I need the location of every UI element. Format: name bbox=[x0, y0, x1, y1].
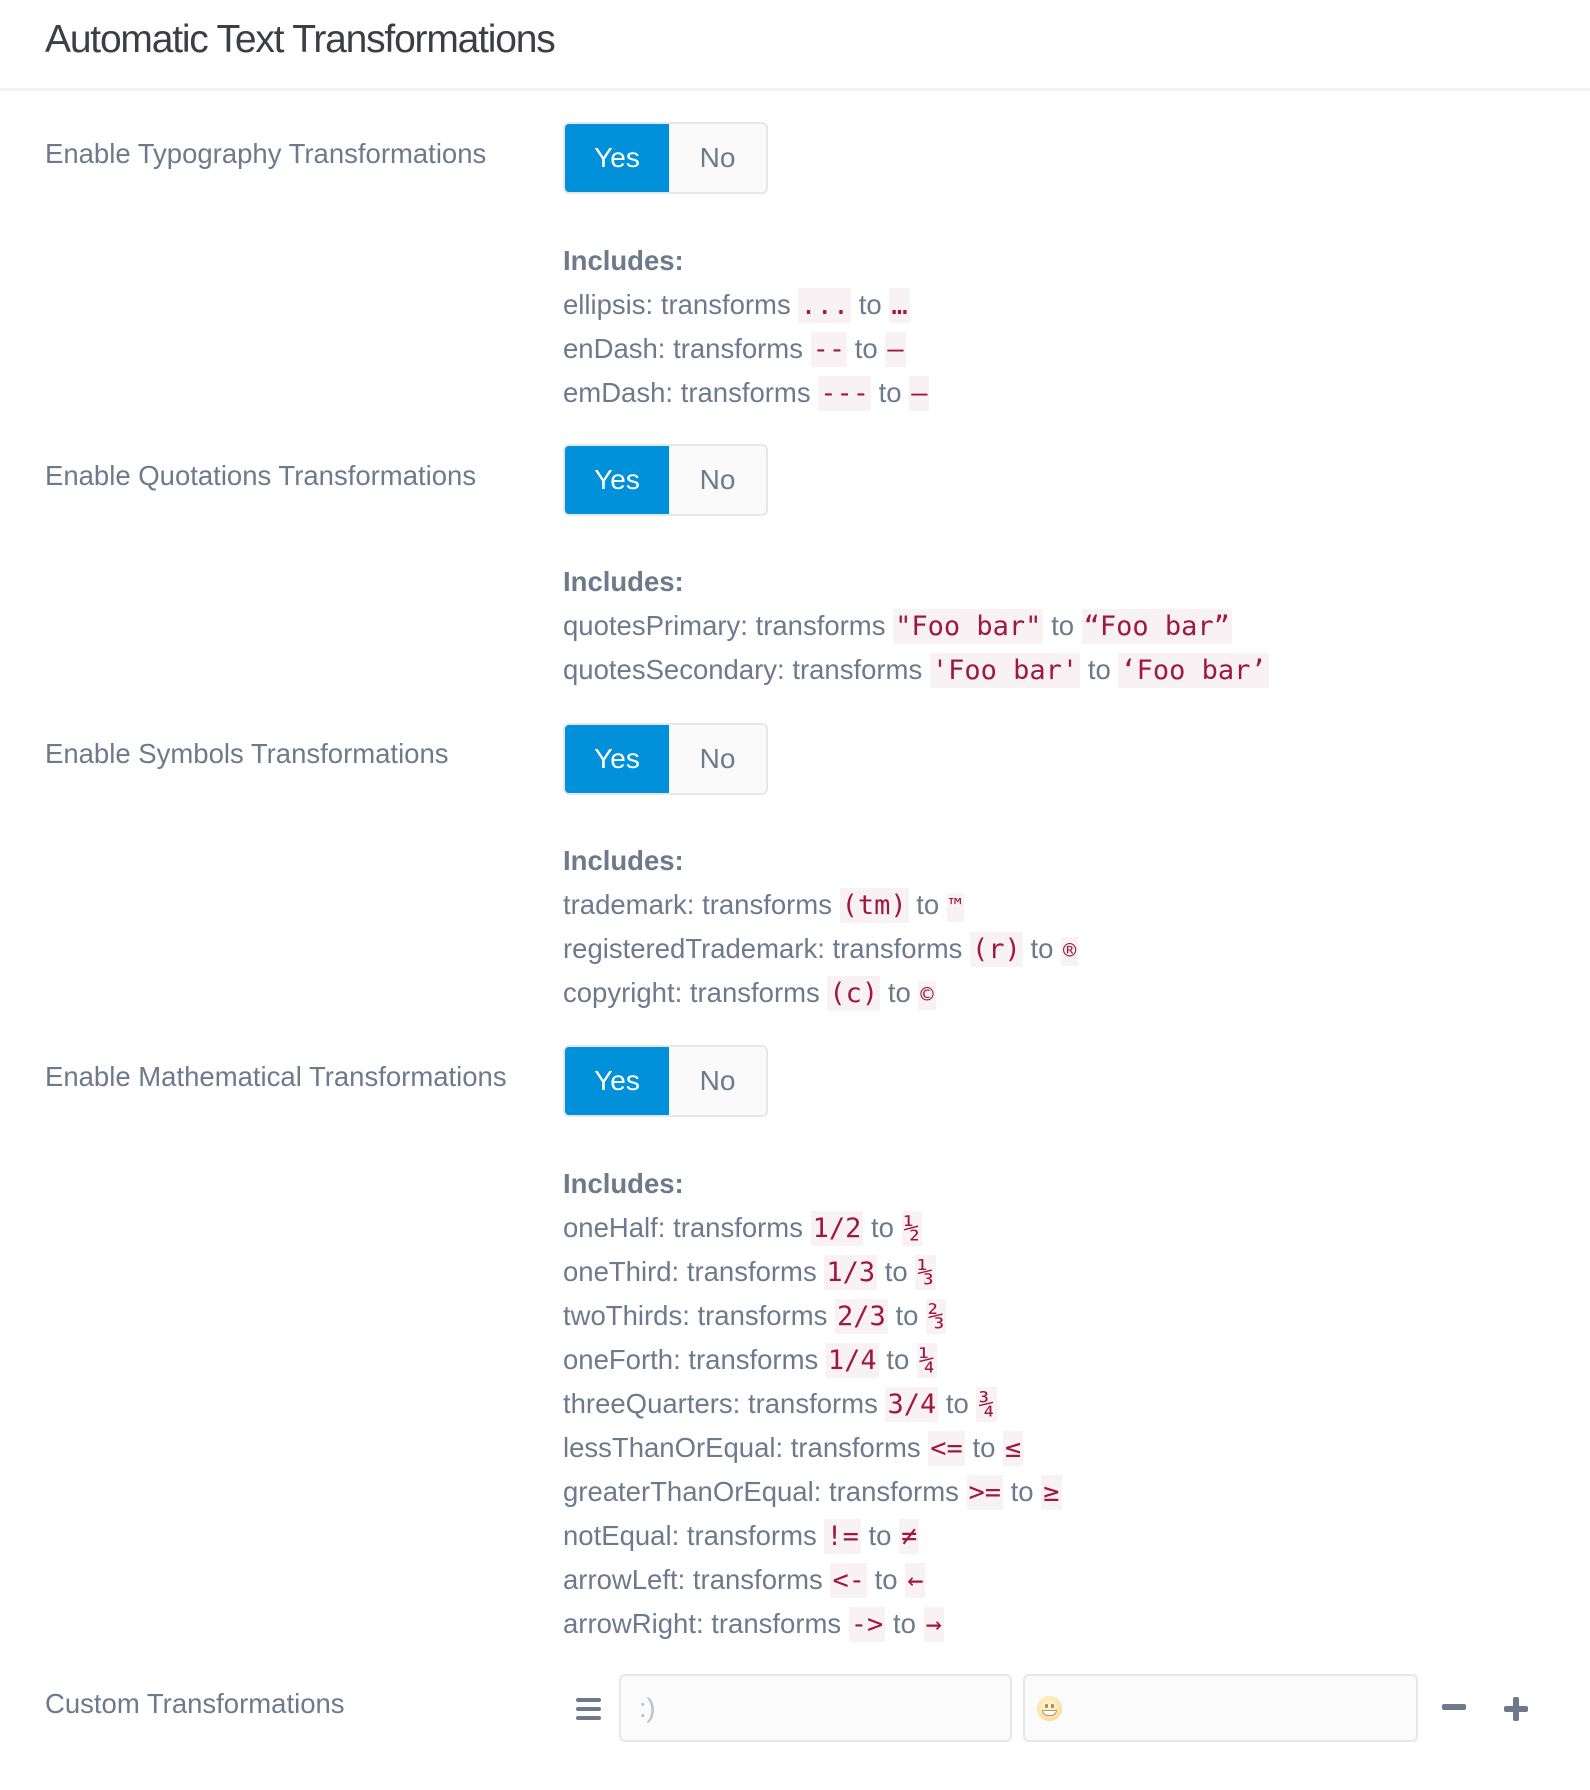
typography-no-button[interactable]: No bbox=[669, 124, 766, 192]
symbols-yes-button[interactable]: Yes bbox=[565, 725, 669, 793]
mathematical-includes: Includes: oneHalf: transforms 1/2 to ½ o… bbox=[563, 1162, 1062, 1646]
page-title: Automatic Text Transformations bbox=[45, 18, 556, 61]
custom-from-input[interactable] bbox=[619, 1674, 1012, 1742]
typography-toggle: Yes No bbox=[563, 122, 768, 194]
typography-includes: Includes: ellipsis: transforms ... to … … bbox=[563, 239, 930, 415]
includes-heading: Includes: bbox=[563, 245, 684, 276]
mathematical-toggle: Yes No bbox=[563, 1045, 768, 1117]
custom-to-input[interactable] bbox=[1023, 1674, 1418, 1742]
mathematical-no-button[interactable]: No bbox=[669, 1047, 766, 1115]
includes-heading: Includes: bbox=[563, 845, 684, 876]
list-item: registeredTrademark: transforms (r) to ® bbox=[563, 932, 1079, 967]
symbols-label: Enable Symbols Transformations bbox=[45, 738, 449, 769]
list-item: lessThanOrEqual: transforms <= to ≤ bbox=[563, 1431, 1024, 1466]
list-item: trademark: transforms (tm) to ™ bbox=[563, 888, 965, 923]
list-item: ellipsis: transforms ... to … bbox=[563, 288, 910, 323]
list-item: enDash: transforms -- to – bbox=[563, 332, 906, 367]
list-item: notEqual: transforms != to ≠ bbox=[563, 1519, 920, 1554]
minus-icon[interactable] bbox=[1442, 1704, 1466, 1710]
mathematical-label: Enable Mathematical Transformations bbox=[45, 1061, 507, 1092]
includes-heading: Includes: bbox=[563, 1168, 684, 1199]
includes-heading: Includes: bbox=[563, 566, 684, 597]
symbols-includes: Includes: trademark: transforms (tm) to … bbox=[563, 839, 1079, 1015]
list-item: emDash: transforms --- to — bbox=[563, 376, 930, 411]
list-item: twoThirds: transforms 2/3 to ⅔ bbox=[563, 1299, 947, 1334]
page-header: Automatic Text Transformations bbox=[0, 0, 1590, 91]
quotations-no-button[interactable]: No bbox=[669, 446, 766, 514]
list-item: oneHalf: transforms 1/2 to ½ bbox=[563, 1211, 922, 1246]
list-item: copyright: transforms (c) to © bbox=[563, 976, 936, 1011]
list-item: oneForth: transforms 1/4 to ¼ bbox=[563, 1343, 938, 1378]
list-item: greaterThanOrEqual: transforms >= to ≥ bbox=[563, 1475, 1062, 1510]
list-item: quotesPrimary: transforms "Foo bar" to “… bbox=[563, 609, 1232, 644]
symbols-no-button[interactable]: No bbox=[669, 725, 766, 793]
typography-yes-button[interactable]: Yes bbox=[565, 124, 669, 192]
list-item: threeQuarters: transforms 3/4 to ¾ bbox=[563, 1387, 997, 1422]
drag-handle-icon[interactable] bbox=[576, 1698, 601, 1720]
list-item: oneThird: transforms 1/3 to ⅓ bbox=[563, 1255, 936, 1290]
quotations-label: Enable Quotations Transformations bbox=[45, 460, 477, 491]
quotations-includes: Includes: quotesPrimary: transforms "Foo… bbox=[563, 560, 1269, 692]
list-item: arrowLeft: transforms <- to ← bbox=[563, 1563, 926, 1598]
mathematical-yes-button[interactable]: Yes bbox=[565, 1047, 669, 1115]
plus-icon[interactable] bbox=[1504, 1697, 1528, 1721]
list-item: quotesSecondary: transforms 'Foo bar' to… bbox=[563, 653, 1269, 688]
symbols-toggle: Yes No bbox=[563, 723, 768, 795]
list-item: arrowRight: transforms -> to → bbox=[563, 1607, 944, 1642]
quotations-yes-button[interactable]: Yes bbox=[565, 446, 669, 514]
quotations-toggle: Yes No bbox=[563, 444, 768, 516]
typography-label: Enable Typography Transformations bbox=[45, 138, 487, 169]
custom-transformations-label: Custom Transformations bbox=[45, 1688, 345, 1719]
